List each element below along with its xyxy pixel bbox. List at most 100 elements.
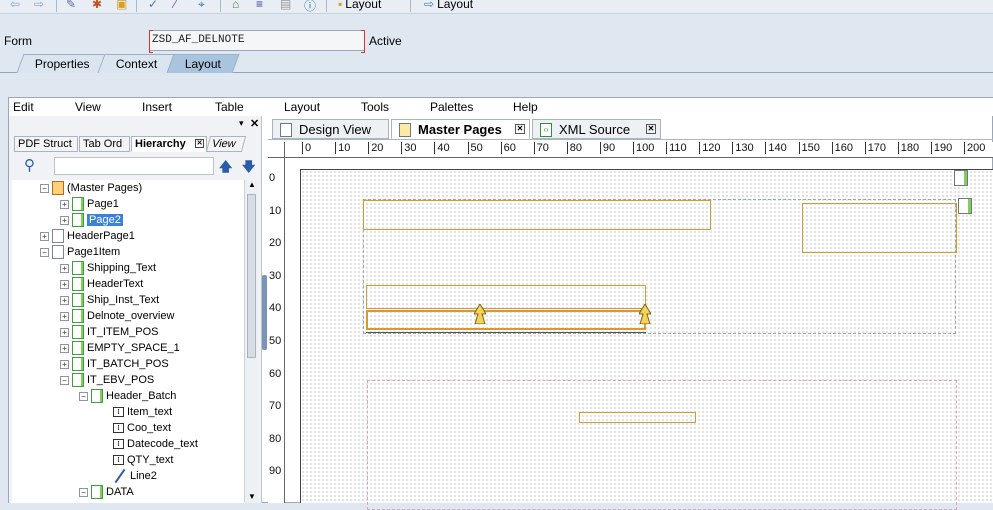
tree-node-header-batch[interactable]: − Header_Batch <box>79 388 176 404</box>
subform-icon <box>72 341 84 355</box>
divider-line <box>366 332 646 333</box>
tree-node-coo-text[interactable]: I Coo_text <box>113 420 171 436</box>
collapse-icon[interactable]: − <box>60 375 69 385</box>
tree-node-ship-inst-text[interactable]: + Ship_Inst_Text <box>60 292 159 308</box>
panel-menu-icon[interactable]: ▾ <box>239 118 244 129</box>
body-content-area[interactable] <box>367 380 957 510</box>
menu-palettes[interactable]: Palettes <box>430 100 473 114</box>
tab-pdf-structure[interactable]: PDF Struct <box>14 136 78 152</box>
back-arrow-icon[interactable]: ⇦ <box>10 0 24 11</box>
menu-layout[interactable]: Layout <box>284 100 320 114</box>
tree-node-qty-text[interactable]: I QTY_text <box>113 452 173 468</box>
scroll-thumb[interactable] <box>247 194 256 358</box>
check-icon[interactable]: ✓ <box>148 0 162 11</box>
expand-icon[interactable]: + <box>60 215 69 225</box>
menu-view[interactable]: View <box>75 100 101 114</box>
tab-properties[interactable]: Properties <box>16 54 109 73</box>
tree-node-page2[interactable]: + Page2 <box>60 212 123 228</box>
tree-node-page1item[interactable]: − Page1Item <box>40 244 120 260</box>
edit-pencil-icon[interactable]: ✎ <box>66 0 80 11</box>
expand-icon[interactable]: + <box>60 343 69 353</box>
anchor-marker[interactable] <box>638 303 652 325</box>
collapse-icon[interactable]: − <box>40 247 49 257</box>
address-frame[interactable] <box>802 203 957 253</box>
panel-splitter[interactable] <box>262 275 267 350</box>
tree-node-page1[interactable]: + Page1 <box>60 196 119 212</box>
menu-insert[interactable]: Insert <box>142 100 172 114</box>
scroll-up-icon[interactable]: ▲ <box>248 180 256 189</box>
close-icon[interactable]: ✕ <box>195 139 204 148</box>
hierarchy-icon[interactable]: ⌂ <box>232 0 246 11</box>
panel-close-icon[interactable]: ✕ <box>250 117 259 130</box>
tab-hierarchy[interactable]: Hierarchy ✕ <box>131 136 207 152</box>
tree-node-it-ebv-pos[interactable]: − IT_EBV_POS <box>60 372 154 388</box>
subform-icon <box>91 485 103 499</box>
page-marker-icon[interactable] <box>958 198 972 214</box>
tab-master-pages[interactable]: Master Pages ✕ <box>391 119 530 139</box>
tab-xml-source[interactable]: ‹› XML Source ✕ <box>532 119 661 139</box>
menu-help[interactable]: Help <box>513 100 538 114</box>
tree-node-headerpage1[interactable]: + HeaderPage1 <box>40 228 135 244</box>
page-marker-icon[interactable] <box>954 170 968 186</box>
info-icon[interactable]: ⓘ <box>304 0 318 13</box>
menu-table[interactable]: Table <box>215 100 244 114</box>
tree-node-it-item-pos[interactable]: + IT_ITEM_POS <box>60 324 159 340</box>
tab-view[interactable]: View <box>205 136 247 152</box>
item-header-frame[interactable] <box>366 285 646 309</box>
small-field-frame[interactable] <box>579 412 696 423</box>
table-icon[interactable]: ▤ <box>280 0 294 11</box>
tree-node-line2[interactable]: Line2 <box>113 468 157 484</box>
expand-icon[interactable]: + <box>60 279 69 289</box>
expand-icon[interactable]: + <box>60 263 69 273</box>
collapse-icon[interactable]: − <box>79 391 88 401</box>
tab-design-view[interactable]: Design View <box>272 119 389 139</box>
search-icon[interactable]: ⚲ <box>24 156 35 174</box>
test-icon[interactable]: ⌖ <box>198 0 212 11</box>
move-up-arrow-icon[interactable]: 🡅 <box>219 158 232 180</box>
tree-scrollbar[interactable]: ▲ ▼ <box>244 180 258 503</box>
search-input[interactable] <box>54 157 214 175</box>
scroll-down-icon[interactable]: ▼ <box>248 492 256 501</box>
tab-layout[interactable]: Layout <box>166 54 240 73</box>
menu-edit[interactable]: Edit <box>13 100 34 114</box>
layout-forward-button[interactable]: ⇨ Layout <box>424 0 473 11</box>
tree-node-headertext[interactable]: + HeaderText <box>60 276 143 292</box>
align-icon[interactable]: ≡ <box>256 0 270 11</box>
tab-context[interactable]: Context <box>97 54 176 73</box>
anchor-marker[interactable] <box>473 303 487 325</box>
form-name-field[interactable]: ZSD_AF_DELNOTE <box>149 30 365 53</box>
activate-icon[interactable]: ✱ <box>92 0 106 11</box>
expand-icon[interactable]: + <box>40 231 49 241</box>
forward-arrow-icon[interactable]: ⇨ <box>34 0 48 11</box>
magic-wand-icon[interactable]: ⁄ <box>174 0 188 11</box>
object-icon[interactable]: ▣ <box>116 0 130 11</box>
toolbar-separator <box>410 0 411 12</box>
tree-node-shipping-text[interactable]: + Shipping_Text <box>60 260 156 276</box>
move-down-arrow-icon[interactable]: 🡇 <box>242 158 255 180</box>
tree-node-delnote-overview[interactable]: + Delnote_overview <box>60 308 174 324</box>
expand-icon[interactable]: + <box>60 311 69 321</box>
ruler-tick-label: 40 <box>269 302 282 315</box>
tree-node-empty-space-1[interactable]: + EMPTY_SPACE_1 <box>60 340 180 356</box>
tree-node-it-batch-pos[interactable]: + IT_BATCH_POS <box>60 356 169 372</box>
close-icon[interactable]: ✕ <box>515 124 525 134</box>
menu-tools[interactable]: Tools <box>361 100 389 114</box>
item-line-frame[interactable] <box>366 310 646 330</box>
close-icon[interactable]: ✕ <box>646 124 656 134</box>
master-page-canvas[interactable] <box>300 169 993 510</box>
layout-button[interactable]: ▪ Layout <box>338 0 381 11</box>
expand-icon[interactable]: + <box>60 359 69 369</box>
header-frame[interactable] <box>363 200 711 230</box>
collapse-icon[interactable]: − <box>40 183 49 193</box>
expand-icon[interactable]: + <box>60 199 69 209</box>
toolbar-separator <box>326 0 327 12</box>
ruler-tick-label: 140 <box>765 142 787 154</box>
expand-icon[interactable]: + <box>60 295 69 305</box>
tree-node-item-text[interactable]: I Item_text <box>113 404 172 420</box>
tree-node-master-pages[interactable]: − (Master Pages) <box>40 180 142 196</box>
tree-node-datecode-text[interactable]: I Datecode_text <box>113 436 198 452</box>
tree-node-data[interactable]: − DATA <box>79 484 134 500</box>
collapse-icon[interactable]: − <box>79 487 88 497</box>
expand-icon[interactable]: + <box>60 327 69 337</box>
tab-tab-order[interactable]: Tab Ord <box>79 136 130 152</box>
